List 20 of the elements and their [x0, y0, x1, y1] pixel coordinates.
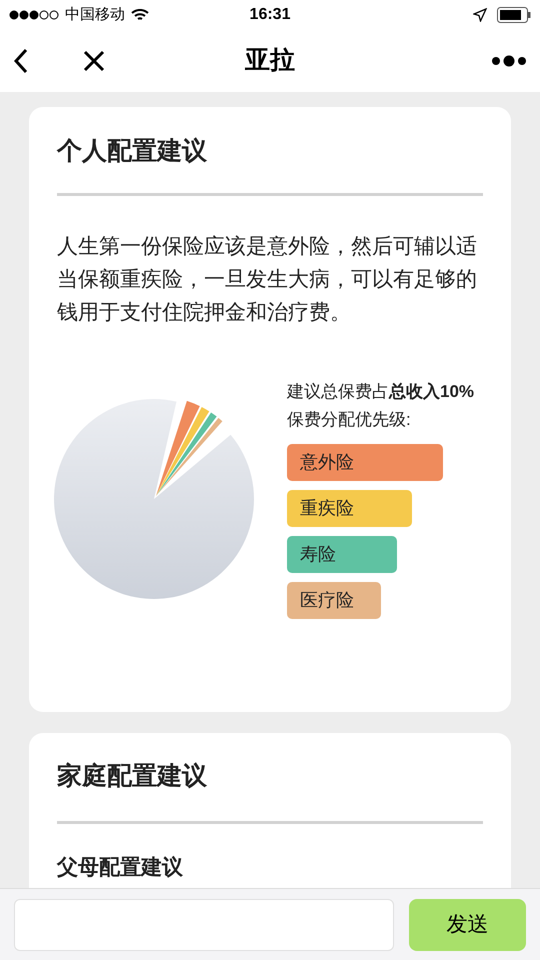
location-arrow-icon: [473, 8, 488, 22]
signal-icon: [9, 10, 59, 20]
close-button[interactable]: [82, 49, 106, 73]
priority-bar: 意外险: [287, 444, 443, 480]
card-title: 家庭配置建议: [57, 761, 208, 792]
send-button[interactable]: 发送: [409, 898, 526, 950]
priority-bar: 寿险: [287, 536, 397, 572]
wifi-icon: [131, 8, 149, 22]
page-title: 亚拉: [245, 45, 295, 76]
battery-icon: [497, 7, 532, 23]
advice-paragraph: 人生第一份保险应该是意外险，然后可辅以适当保额重疾险，一旦发生大病，可以有足够的钱用于支付住院押金和治疗费。: [57, 234, 478, 326]
priority-label: 保费分配优先级:: [287, 409, 412, 431]
message-input-field[interactable]: [14, 898, 394, 950]
card-title: 个人配置建议: [57, 136, 208, 167]
section-subtitle: 父母配置建议: [57, 854, 184, 880]
priority-bar: 重疾险: [287, 490, 412, 526]
priority-bar: 医疗险: [287, 582, 381, 618]
carrier-name: 中国移动: [65, 4, 125, 25]
premium-summary: 建议总保费占总收入10%: [287, 380, 474, 402]
status-time: 16:31: [250, 5, 290, 25]
